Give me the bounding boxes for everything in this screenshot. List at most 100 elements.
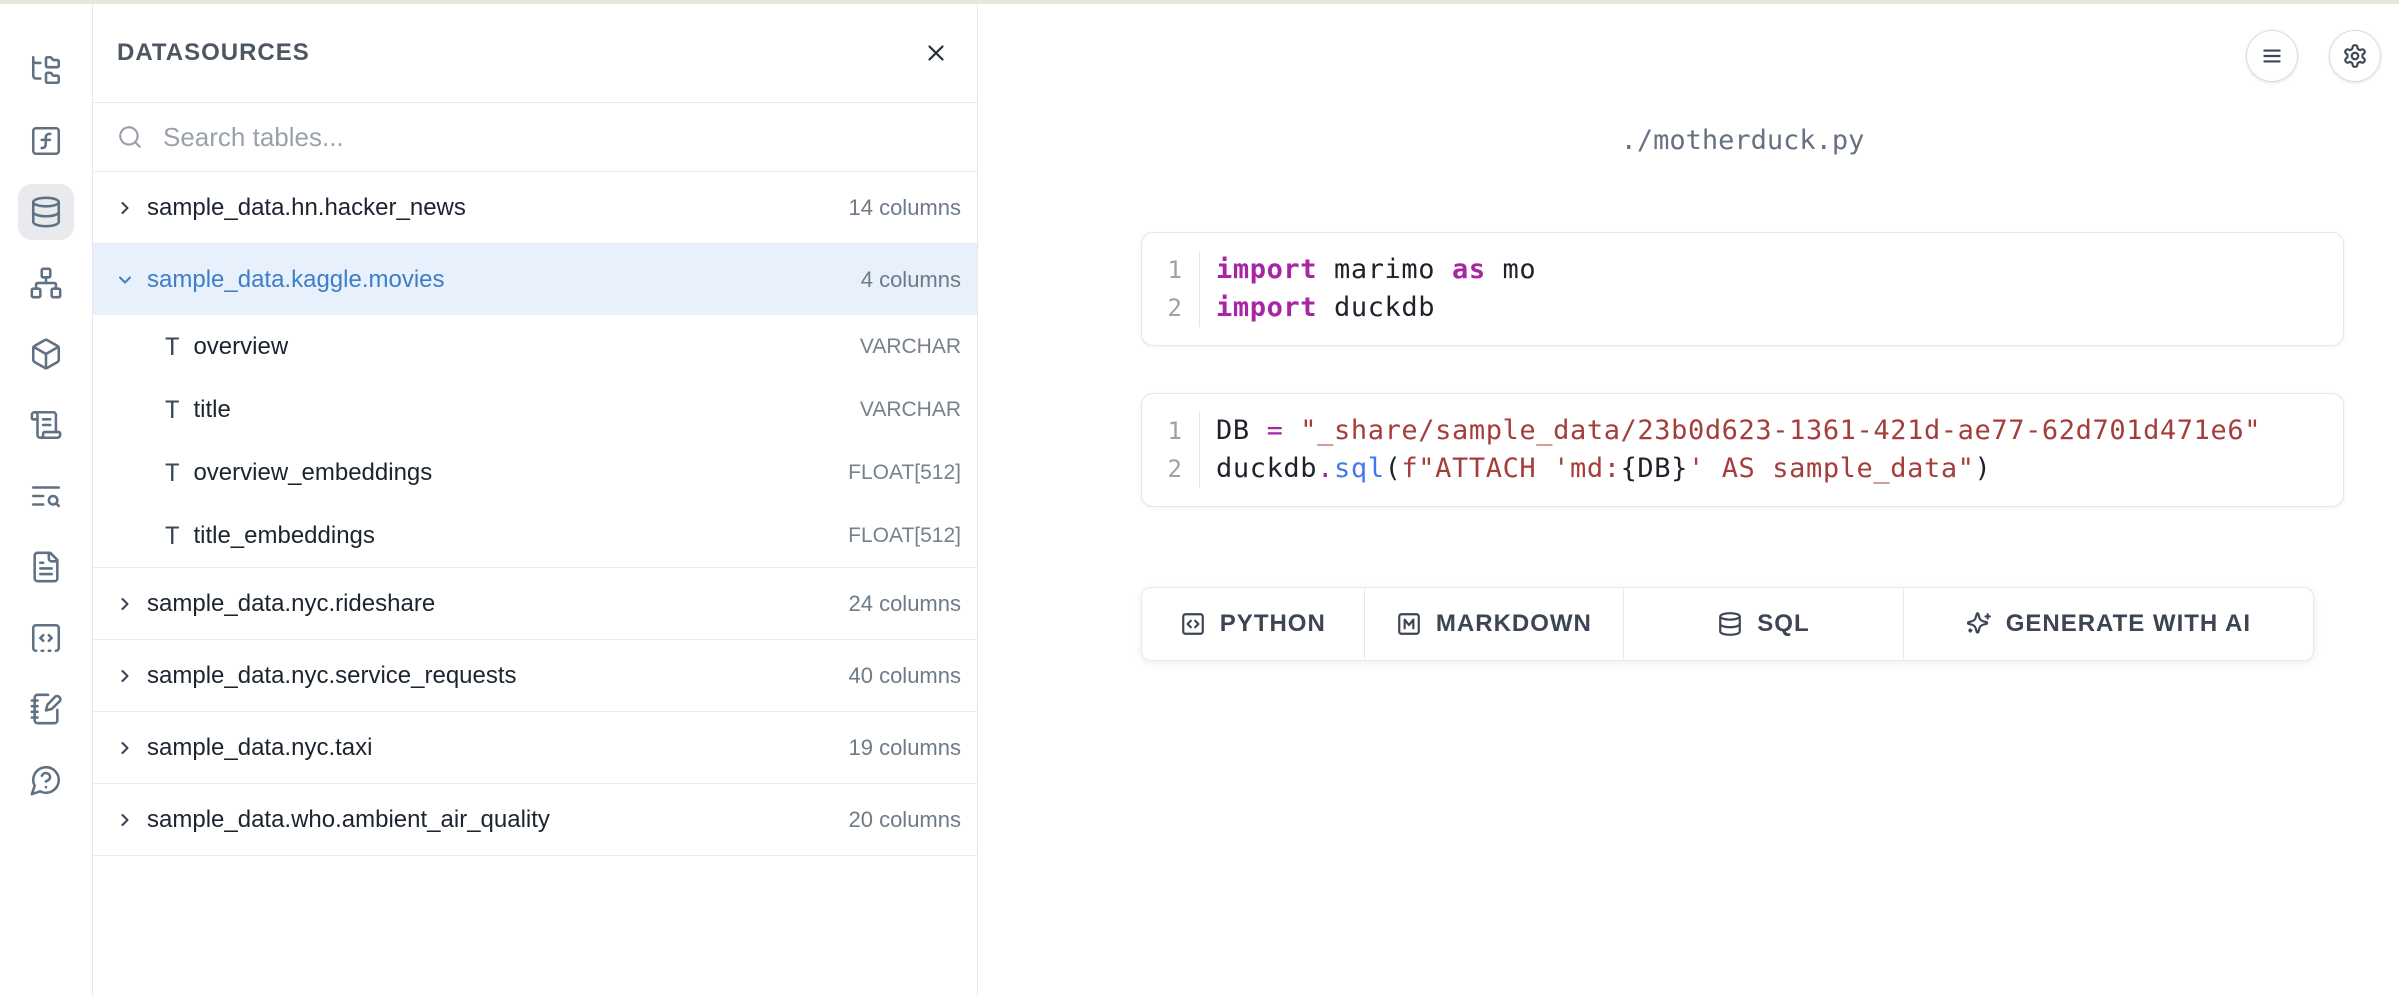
table-name: sample_data.kaggle.movies xyxy=(147,266,445,294)
notebook-pen-icon xyxy=(29,692,63,726)
activity-code-square-dashed-button[interactable] xyxy=(18,610,74,666)
table-columns-count: 24 columns xyxy=(848,591,961,617)
activity-scroll-button[interactable] xyxy=(18,397,74,453)
settings-button[interactable] xyxy=(2329,30,2381,82)
add-cell-generate-with-ai-button[interactable]: GENERATE WITH AI xyxy=(1904,588,2313,660)
table-row[interactable]: sample_data.who.ambient_air_quality20 co… xyxy=(93,784,977,855)
column-type: FLOAT[512] xyxy=(848,461,961,485)
text-type-icon: T xyxy=(165,333,179,361)
add-cell-button-label: GENERATE WITH AI xyxy=(2006,610,2251,638)
table-row[interactable]: sample_data.nyc.taxi19 columns xyxy=(93,712,977,783)
column-name: overview_embeddings xyxy=(193,459,432,487)
datasources-panel: DATASOURCES sample_data.hn.hacker_news 14… xyxy=(93,4,978,996)
close-icon xyxy=(923,40,949,66)
chevron-right-icon xyxy=(115,738,135,758)
sparkles-icon xyxy=(1966,611,1992,637)
notebook-menu-button[interactable] xyxy=(2246,30,2298,82)
folder-tree-icon xyxy=(29,53,63,87)
activity-folder-tree-button[interactable] xyxy=(18,42,74,98)
table-columns-count: 14 columns xyxy=(848,195,961,221)
chevron-right-icon xyxy=(115,666,135,686)
chevron-down-icon xyxy=(115,270,135,290)
table-row[interactable]: sample_data.nyc.rideshare24 columns xyxy=(93,568,977,639)
column-name: title xyxy=(193,396,230,424)
code-line: DB = "_share/sample_data/23b0d623-1361-4… xyxy=(1200,412,2261,450)
code-line: duckdb.sql(f"ATTACH 'md:{DB}' AS sample_… xyxy=(1200,450,1991,488)
table-row[interactable]: sample_data.hn.hacker_news 14 columns xyxy=(93,172,977,243)
activity-function-square-button[interactable] xyxy=(18,113,74,169)
code-line: import duckdb xyxy=(1200,289,1435,327)
column-name: title_embeddings xyxy=(193,522,374,550)
database-icon xyxy=(29,195,63,229)
table-group: sample_data.nyc.service_requests 40 colum… xyxy=(93,640,977,712)
activity-list-search-button[interactable] xyxy=(18,468,74,524)
code-cell[interactable]: 1DB = "_share/sample_data/23b0d623-1361-… xyxy=(1141,393,2344,507)
chevron-right-icon xyxy=(115,810,135,830)
function-square-icon xyxy=(29,124,63,158)
column-name: overview xyxy=(193,333,288,361)
activity-network-button[interactable] xyxy=(18,255,74,311)
search-tables-input[interactable] xyxy=(163,122,961,153)
line-number: 2 xyxy=(1142,450,1200,488)
chevron-right-icon xyxy=(115,594,135,614)
column-type: FLOAT[512] xyxy=(848,524,961,548)
table-columns-count: 19 columns xyxy=(848,735,961,761)
text-type-icon: T xyxy=(165,522,179,550)
table-name: sample_data.hn.hacker_news xyxy=(147,194,466,222)
add-cell-button-label: SQL xyxy=(1757,610,1809,638)
table-columns-count: 20 columns xyxy=(848,807,961,833)
list-search-icon xyxy=(29,479,63,513)
close-panel-button[interactable] xyxy=(923,40,949,66)
tables-list: sample_data.hn.hacker_news14 columnssamp… xyxy=(93,172,977,856)
column-type: VARCHAR xyxy=(860,335,961,359)
add-cell-button-label: MARKDOWN xyxy=(1436,610,1592,638)
table-row[interactable]: sample_data.kaggle.movies 4 columns xyxy=(93,244,977,315)
code-square-icon xyxy=(1180,611,1206,637)
markdown-square-icon xyxy=(1396,611,1422,637)
activity-box-button[interactable] xyxy=(18,326,74,382)
column-type: VARCHAR xyxy=(860,398,961,422)
menu-icon xyxy=(2259,43,2285,69)
notebook-filename[interactable]: ./motherduck.py xyxy=(1141,125,2344,156)
code-line: import marimo as mo xyxy=(1200,251,1536,289)
chevron-right-icon xyxy=(115,198,135,218)
column-row[interactable]: Toverview VARCHAR xyxy=(93,315,977,378)
table-name: sample_data.nyc.service_requests xyxy=(147,662,517,690)
table-columns-count: 4 columns xyxy=(861,267,961,293)
table-group: sample_data.hn.hacker_news 14 columns xyxy=(93,172,977,244)
column-row[interactable]: Ttitle VARCHAR xyxy=(93,378,977,441)
add-cell-python-button[interactable]: PYTHON xyxy=(1142,588,1365,660)
network-icon xyxy=(29,266,63,300)
table-group: sample_data.who.ambient_air_quality20 co… xyxy=(93,784,977,856)
notebook-area: ./motherduck.py 1import marimo as mo2imp… xyxy=(979,4,2399,996)
line-number: 1 xyxy=(1142,251,1200,289)
activity-notebook-pen-button[interactable] xyxy=(18,681,74,737)
column-row[interactable]: Ttitle_embeddings FLOAT[512] xyxy=(93,504,977,567)
activity-question-bubble-button[interactable] xyxy=(18,752,74,808)
question-bubble-icon xyxy=(29,763,63,797)
database-icon xyxy=(1717,611,1743,637)
column-row[interactable]: Toverview_embeddingsFLOAT[512] xyxy=(93,441,977,504)
table-group: sample_data.nyc.taxi19 columns xyxy=(93,712,977,784)
top-actions xyxy=(2246,30,2381,82)
add-cell-button-label: PYTHON xyxy=(1220,610,1326,638)
activity-database-button[interactable] xyxy=(18,184,74,240)
settings-gear-icon xyxy=(2342,43,2368,69)
add-cell-bar: PYTHON MARKDOWN SQL GENERATE WITH AI xyxy=(1141,587,2314,661)
add-cell-sql-button[interactable]: SQL xyxy=(1624,588,1904,660)
table-columns-count: 40 columns xyxy=(848,663,961,689)
search-row xyxy=(93,103,977,172)
add-cell-markdown-button[interactable]: MARKDOWN xyxy=(1365,588,1625,660)
code-square-dashed-icon xyxy=(29,621,63,655)
activity-file-text-button[interactable] xyxy=(18,539,74,595)
file-text-icon xyxy=(29,550,63,584)
table-row[interactable]: sample_data.nyc.service_requests 40 colum… xyxy=(93,640,977,711)
box-icon xyxy=(29,337,63,371)
text-type-icon: T xyxy=(165,396,179,424)
line-number: 1 xyxy=(1142,412,1200,450)
panel-title: DATASOURCES xyxy=(117,39,310,67)
code-cell[interactable]: 1import marimo as mo2import duckdb xyxy=(1141,232,2344,346)
table-group: sample_data.nyc.rideshare24 columns xyxy=(93,568,977,640)
activity-bar xyxy=(0,4,93,996)
table-group: sample_data.kaggle.movies 4 columns Toverv… xyxy=(93,244,977,568)
